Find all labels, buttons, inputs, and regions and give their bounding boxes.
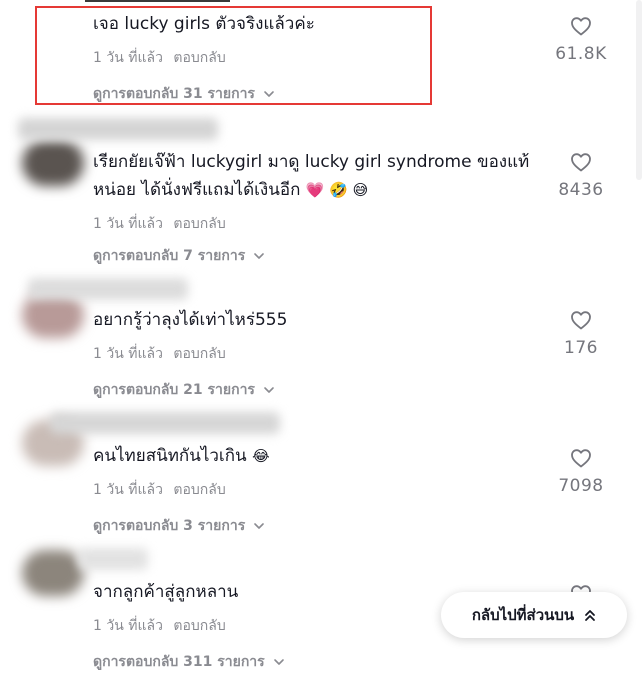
like-count: 7098 [558,476,604,496]
double-chevron-up-icon [585,610,596,621]
highlight-box [35,6,432,105]
chevron-down-icon [254,253,265,259]
comment-text: เรียกยัยเจ๊ฟ้า luckygirl มาดู lucky girl… [93,152,530,200]
chevron-down-icon [264,387,274,393]
comments-panel: เจอ lucky girls ตัวจริงแล้วค่ะ 1 วัน ที่… [0,0,642,674]
username-blurred[interactable] [78,548,148,570]
like-button[interactable]: 7098 [546,446,616,496]
emoji-reaction: 😂 [252,447,270,465]
like-button[interactable]: 8436 [546,150,616,200]
heart-icon [571,153,591,172]
heart-icon [571,311,591,330]
avatar[interactable] [22,550,84,596]
comment-time: 1 วัน ที่แล้ว [93,216,163,232]
reply-button[interactable]: ตอบกลับ [173,482,225,498]
comment-time: 1 วัน ที่แล้ว [93,482,163,498]
comment-time: 1 วัน ที่แล้ว [93,618,163,634]
top-indicator [85,0,230,2]
chevron-down-icon [254,523,265,529]
reply-button[interactable]: ตอบกลับ [173,618,225,634]
view-replies-button[interactable]: ดูการตอบกลับ 311 รายการ [93,652,285,672]
username-blurred[interactable] [28,278,188,300]
chevron-down-icon [273,659,284,665]
comment-text: คนไทยสนิทกันไวเกิน 😂 [93,446,270,466]
like-button[interactable]: 61.8K [546,14,616,64]
comment-time: 1 วัน ที่แล้ว [93,346,163,362]
scrollbar[interactable] [636,0,642,180]
view-replies-label: ดูการตอบกลับ 7 รายการ [93,248,246,264]
heart-icon [571,449,591,468]
like-count: 8436 [558,180,604,200]
reply-button[interactable]: ตอบกลับ [173,216,225,232]
reply-button[interactable]: ตอบกลับ [173,346,225,362]
username-blurred[interactable] [50,412,280,434]
view-replies-label: ดูการตอบกลับ 3 รายการ [93,518,246,534]
view-replies-button[interactable]: ดูการตอบกลับ 7 รายการ [93,246,265,266]
like-count: 176 [564,338,598,358]
emoji-reactions: 💗 🤣 😅 [305,181,369,199]
like-count: 61.8K [555,44,607,64]
username-blurred[interactable] [18,118,218,140]
avatar[interactable] [22,140,84,186]
back-to-top-button[interactable]: กลับไปที่ส่วนบน [441,592,627,638]
like-button[interactable]: 176 [546,308,616,358]
back-to-top-label: กลับไปที่ส่วนบน [471,606,575,624]
comment-text: อยากรู้ว่าลุงได้เท่าไหร่555 [93,310,288,330]
view-replies-label: ดูการตอบกลับ 311 รายการ [93,654,265,670]
view-replies-button[interactable]: ดูการตอบกลับ 21 รายการ [93,380,275,400]
view-replies-label: ดูการตอบกลับ 21 รายการ [93,382,255,398]
heart-icon [571,17,591,36]
view-replies-button[interactable]: ดูการตอบกลับ 3 รายการ [93,516,265,536]
